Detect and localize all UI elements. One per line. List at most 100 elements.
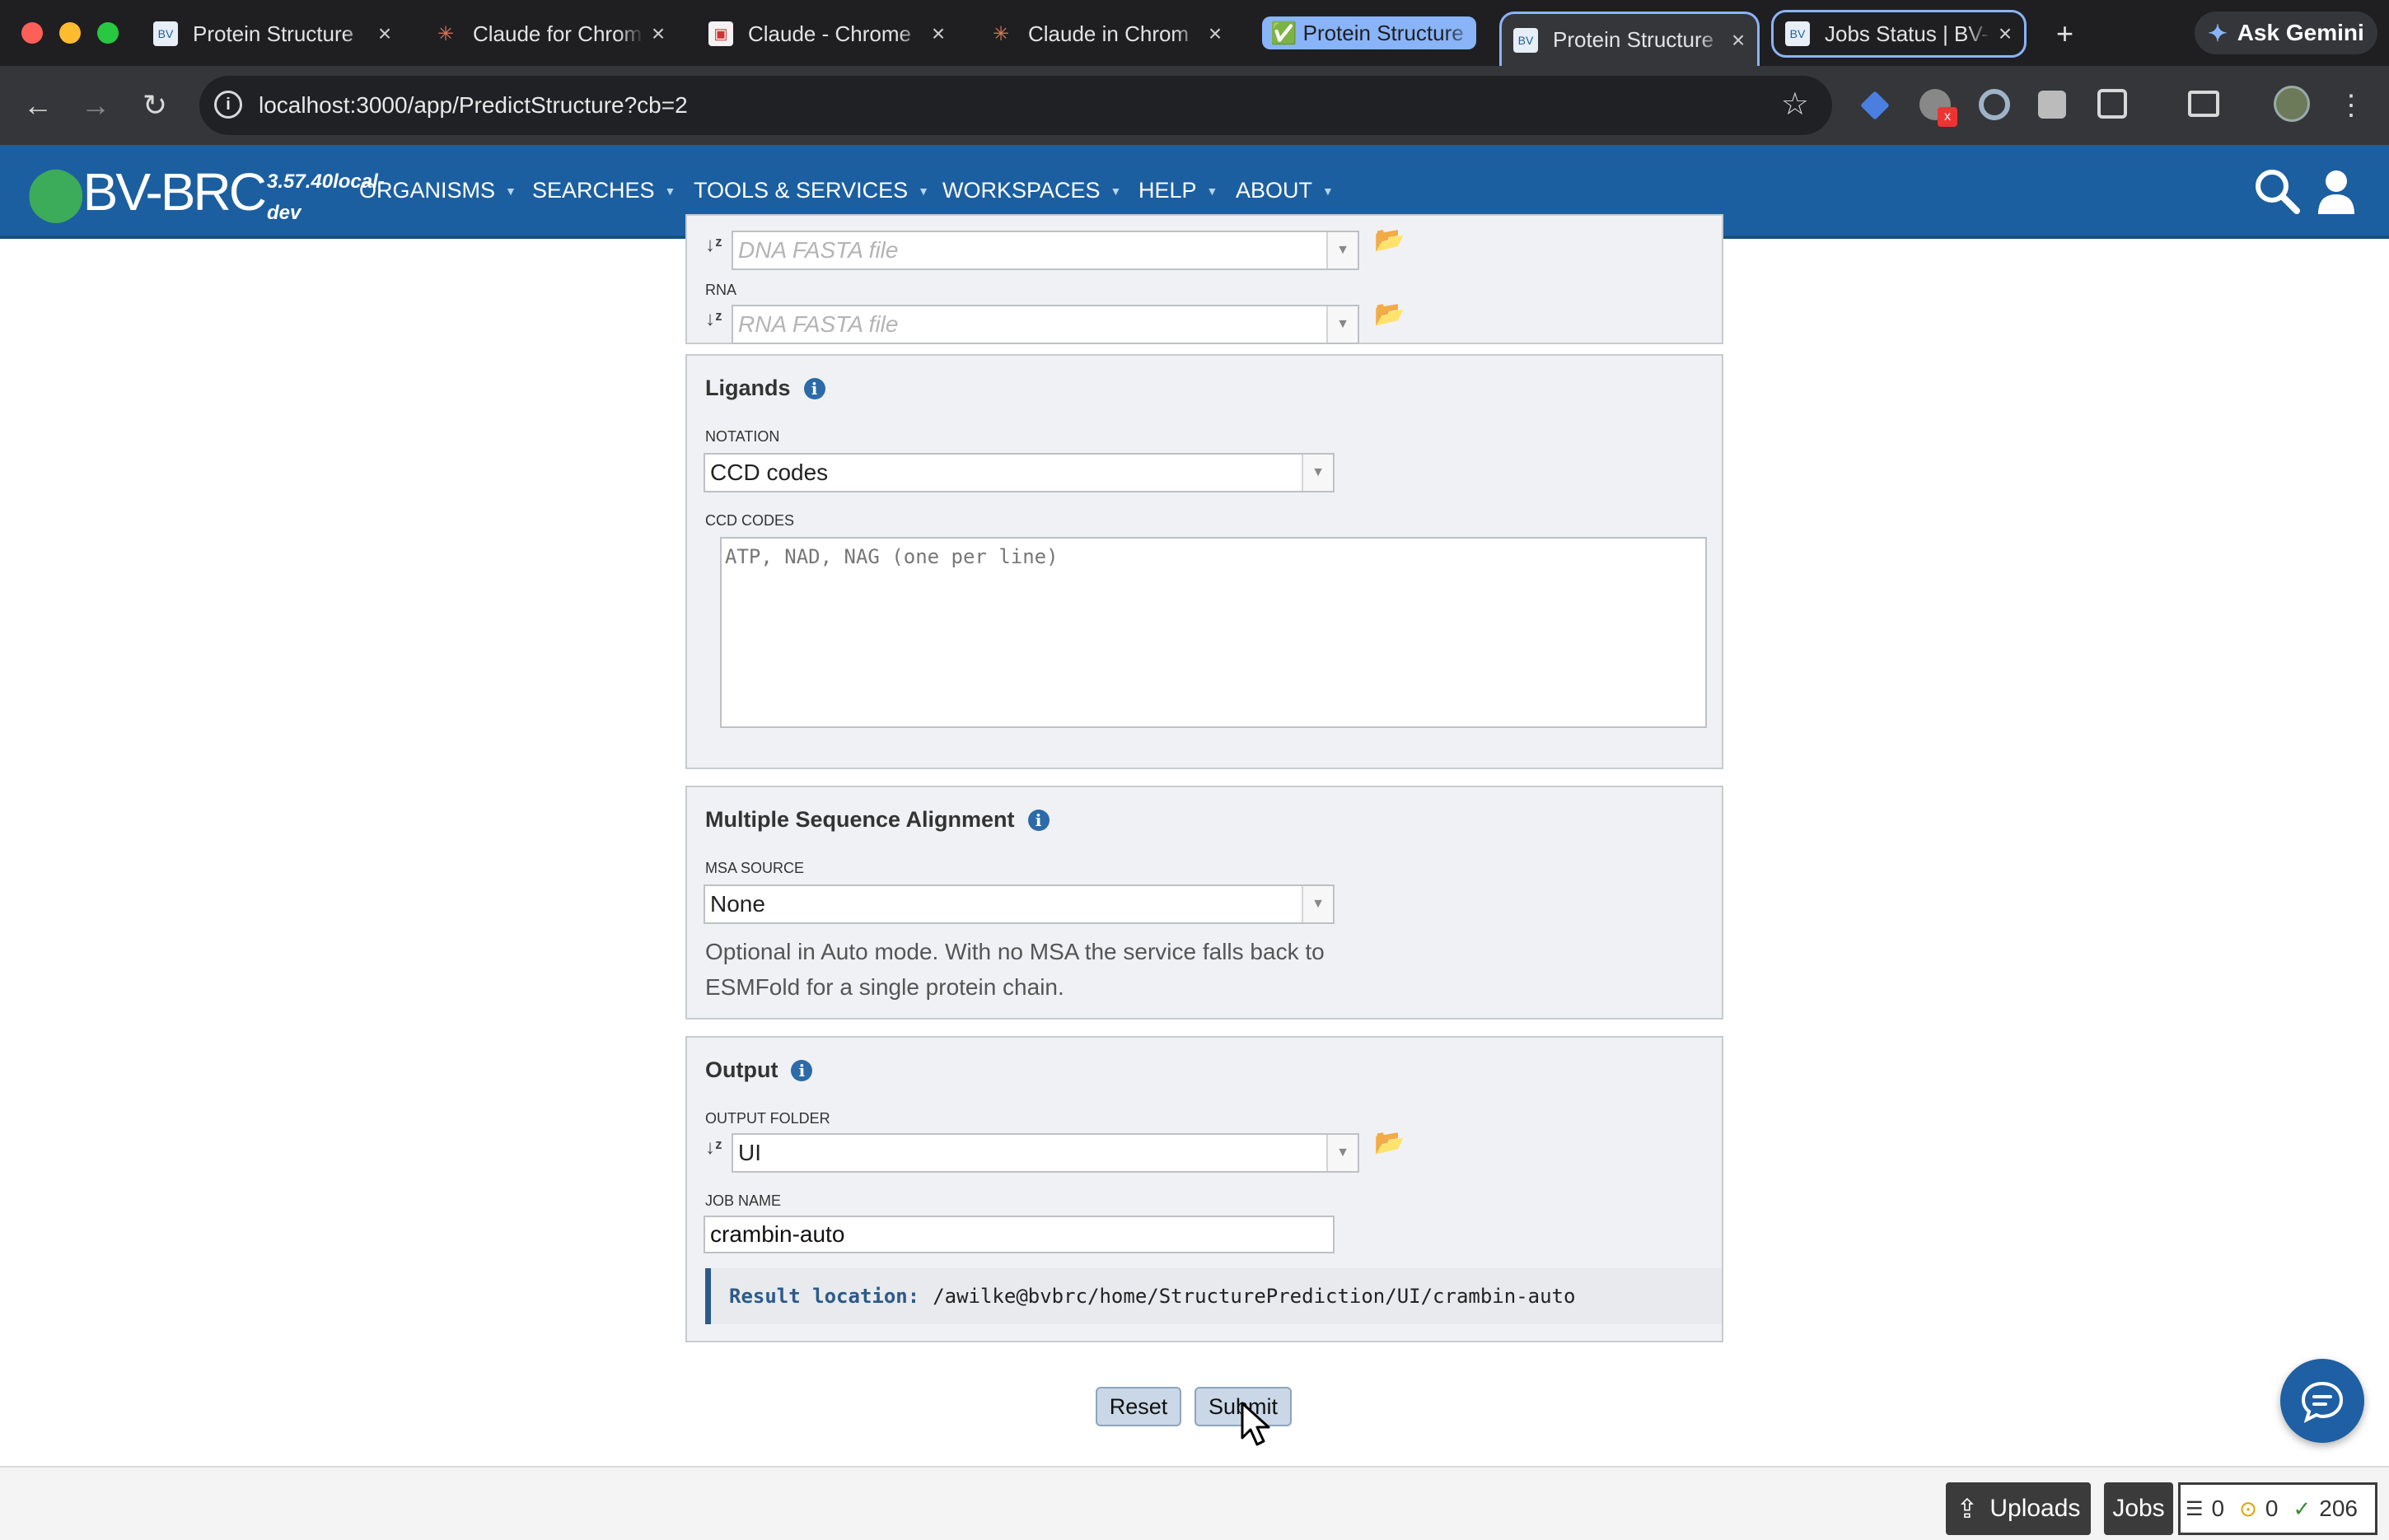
sort-az-icon[interactable]: ↓ᶻ: [705, 1136, 722, 1160]
nav-label: HELP: [1138, 178, 1197, 203]
nav-help[interactable]: HELP ▼: [1138, 178, 1218, 203]
tab-title: Protein Structure: [1553, 27, 1714, 52]
claude-favicon-icon: ✳: [992, 22, 1010, 45]
status-footer: ⇪ Uploads Jobs ☰ 0 ⊙ 0 ✓ 206: [0, 1466, 2389, 1540]
browser-tab[interactable]: ✳ Claude in Chrom ×: [977, 12, 1234, 56]
extension-icon[interactable]: [2038, 91, 2066, 119]
job-counters[interactable]: ☰ 0 ⊙ 0 ✓ 206: [2178, 1482, 2377, 1535]
bvbrc-favicon-icon: BV: [153, 21, 178, 46]
job-name-label: JOB NAME: [705, 1192, 782, 1209]
chevron-down-icon[interactable]: ▼: [1302, 455, 1333, 491]
browser-tab-active[interactable]: BV Protein Structure ×: [1499, 12, 1760, 66]
extension-icon[interactable]: [1860, 91, 1890, 120]
nav-organisms[interactable]: ORGANISMS ▼: [359, 178, 517, 203]
caret-down-icon: ▼: [505, 184, 517, 198]
more-menu-icon[interactable]: ⋮: [2330, 84, 2373, 127]
output-section: Output i OUTPUT FOLDER ↓ᶻ UI ▼ 📂 JOB NAME …: [685, 1036, 1723, 1342]
web-page: ⬤BV-BRC 3.57.40local-dev ORGANISMS ▼ SEAR…: [0, 145, 2389, 1540]
output-folder-value: UI: [738, 1140, 761, 1165]
close-tab-icon[interactable]: ×: [924, 21, 952, 47]
section-header: Ligands i: [705, 376, 825, 401]
extension-icon[interactable]: [1979, 89, 2010, 120]
caret-down-icon: ▼: [664, 184, 676, 198]
tab-title: Protein Structure: [193, 21, 354, 46]
close-tab-icon[interactable]: ×: [1201, 21, 1229, 47]
close-tab-icon[interactable]: ×: [1991, 21, 2019, 47]
msa-title: Multiple Sequence Alignment: [705, 807, 1015, 832]
job-name-input[interactable]: crambin-auto: [704, 1216, 1335, 1253]
maximize-window-button[interactable]: [97, 22, 119, 44]
nav-searches[interactable]: SEARCHES ▼: [532, 178, 676, 203]
info-icon[interactable]: i: [1027, 809, 1050, 831]
check-icon: ✓: [2293, 1496, 2312, 1521]
extensions-puzzle-icon[interactable]: [2097, 89, 2127, 119]
browser-tab-bar: BV Protein Structure × ✳ Claude for Chro…: [0, 0, 2389, 66]
bvbrc-logo[interactable]: ⬤BV-BRC: [26, 161, 267, 223]
tab-search-icon[interactable]: [2188, 91, 2219, 117]
dna-fasta-select[interactable]: DNA FASTA file ▼: [732, 231, 1359, 270]
uploads-label: Uploads: [1989, 1495, 2081, 1522]
back-arrow-icon[interactable]: ←: [16, 84, 59, 127]
folder-open-icon[interactable]: 📂: [1374, 226, 1405, 254]
output-folder-select[interactable]: UI ▼: [732, 1133, 1359, 1173]
chevron-down-icon[interactable]: ▼: [1302, 886, 1333, 922]
tab-group-chip[interactable]: ✅ Protein Structure: [1262, 16, 1476, 49]
rna-fasta-select[interactable]: RNA FASTA file ▼: [732, 305, 1359, 344]
nav-label: TOOLS & SERVICES: [694, 178, 909, 203]
close-tab-icon[interactable]: ×: [644, 21, 672, 47]
url-text: localhost:3000/app/PredictStructure?cb=2: [259, 92, 688, 118]
chevron-down-icon[interactable]: ▼: [1326, 1135, 1358, 1171]
chevron-down-icon[interactable]: ▼: [1326, 306, 1358, 343]
msa-section: Multiple Sequence Alignment i MSA SOURCE …: [685, 786, 1723, 1020]
nav-label: WORKSPACES: [942, 178, 1101, 203]
search-icon[interactable]: [2252, 166, 2302, 216]
minimize-window-button[interactable]: [59, 22, 81, 44]
error-badge-icon: x: [1938, 107, 1957, 127]
caret-down-icon: ▼: [918, 184, 929, 198]
close-tab-icon[interactable]: ×: [371, 21, 399, 47]
uploads-button[interactable]: ⇪ Uploads: [1946, 1482, 2091, 1535]
reset-button[interactable]: Reset: [1096, 1387, 1181, 1426]
section-header: Multiple Sequence Alignment i: [705, 807, 1050, 833]
browser-tab[interactable]: BV Protein Structure ×: [142, 12, 404, 56]
notation-select[interactable]: CCD codes ▼: [704, 453, 1335, 492]
close-window-button[interactable]: [21, 22, 43, 44]
queued-count: ☰ 0: [2181, 1496, 2234, 1522]
browser-tab[interactable]: BV Jobs Status | BV- ×: [1771, 10, 2027, 58]
upload-icon: ⇪: [1956, 1494, 1979, 1524]
folder-open-icon[interactable]: 📂: [1374, 1128, 1405, 1157]
info-icon[interactable]: i: [791, 1059, 813, 1081]
completed-value: 206: [2319, 1496, 2358, 1521]
msa-source-select[interactable]: None ▼: [704, 884, 1335, 924]
new-tab-button[interactable]: +: [2046, 12, 2091, 56]
tab-group-label: ✅ Protein Structure: [1270, 20, 1464, 45]
site-info-icon[interactable]: i: [214, 91, 242, 119]
output-folder-label: OUTPUT FOLDER: [705, 1110, 830, 1127]
info-icon[interactable]: i: [803, 377, 825, 399]
caret-down-icon: ▼: [1206, 184, 1218, 198]
chevron-down-icon[interactable]: ▼: [1326, 232, 1358, 268]
bookmark-star-icon[interactable]: ☆: [1781, 86, 1809, 123]
address-bar[interactable]: i localhost:3000/app/PredictStructure?cb…: [199, 76, 1832, 135]
browser-tab[interactable]: ✳ Claude for Chrom ×: [422, 12, 677, 56]
extension-icon[interactable]: x: [1919, 89, 1957, 127]
nav-about[interactable]: ABOUT ▼: [1236, 178, 1334, 203]
ask-gemini-button[interactable]: ✦ Ask Gemini: [2195, 12, 2377, 54]
folder-open-icon[interactable]: 📂: [1374, 300, 1405, 329]
nav-tools-services[interactable]: TOOLS & SERVICES ▼: [694, 178, 929, 203]
ccd-codes-textarea[interactable]: ATP, NAD, NAG (one per line): [720, 537, 1707, 728]
image-favicon-icon: ▣: [708, 21, 733, 46]
user-icon[interactable]: [2312, 166, 2361, 216]
forward-arrow-icon[interactable]: →: [74, 84, 117, 127]
browser-tab[interactable]: ▣ Claude - Chrome ×: [697, 12, 957, 56]
reload-icon[interactable]: ↻: [133, 84, 176, 127]
nav-workspaces[interactable]: WORKSPACES ▼: [942, 178, 1121, 203]
jobs-button[interactable]: Jobs: [2104, 1482, 2173, 1535]
profile-avatar[interactable]: [2274, 86, 2310, 122]
close-tab-icon[interactable]: ×: [1724, 27, 1752, 54]
caret-down-icon: ▼: [1322, 184, 1334, 198]
chat-bubble-button[interactable]: [2280, 1359, 2364, 1443]
sort-az-icon[interactable]: ↓ᶻ: [705, 308, 722, 331]
mouse-cursor-icon: [1241, 1402, 1270, 1446]
sort-az-icon[interactable]: ↓ᶻ: [705, 234, 722, 257]
